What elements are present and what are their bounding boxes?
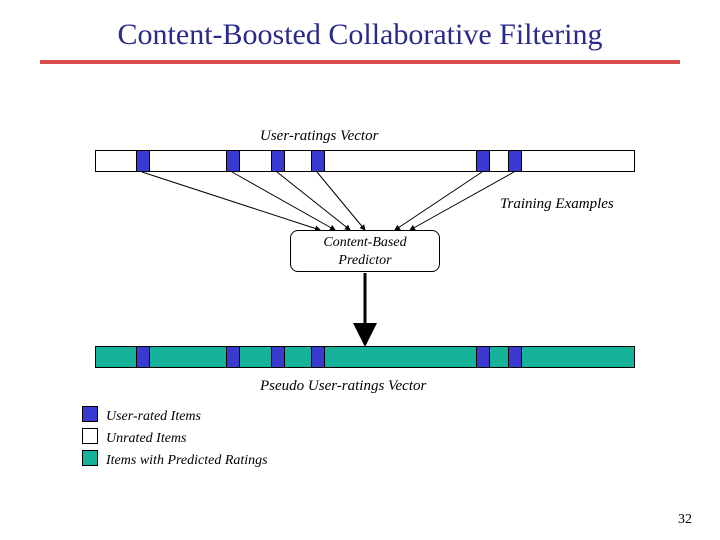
rated-cell (476, 347, 490, 367)
label-pseudo-vector: Pseudo User-ratings Vector (260, 378, 426, 395)
legend-predicted-label: Items with Predicted Ratings (106, 453, 268, 468)
rated-cell (136, 347, 150, 367)
legend-unrated-label: Unrated Items (106, 431, 187, 446)
page-number: 32 (678, 512, 692, 528)
rated-cell (271, 347, 285, 367)
rated-cell (226, 347, 240, 367)
page-title: Content-Boosted Collaborative Filtering (0, 0, 720, 60)
legend-predicted: Items with Predicted Ratings (82, 450, 268, 469)
diagram-stage: User-ratings Vector Training Examples Co… (0, 90, 720, 510)
swatch-predicted (82, 450, 98, 466)
pseudo-ratings-vector (95, 346, 635, 368)
legend-rated: User-rated Items (82, 406, 201, 425)
legend-unrated: Unrated Items (82, 428, 187, 447)
swatch-rated (82, 406, 98, 422)
arrow-predictor-to-pseudo (0, 90, 720, 390)
rated-cell (508, 347, 522, 367)
rated-cell (311, 347, 325, 367)
title-underline (40, 60, 680, 64)
swatch-unrated (82, 428, 98, 444)
legend-rated-label: User-rated Items (106, 409, 201, 424)
